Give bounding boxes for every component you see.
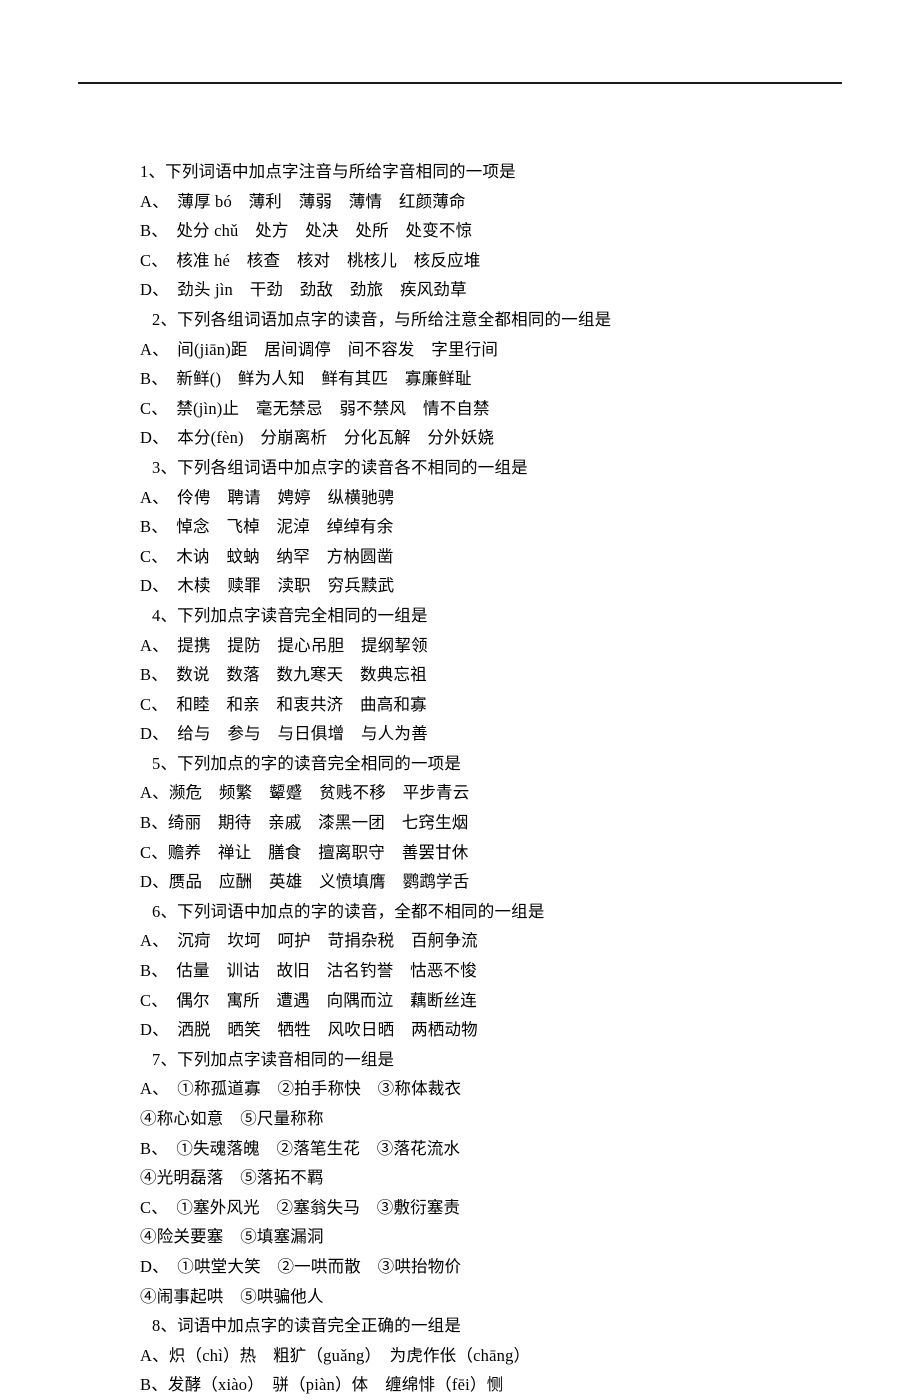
question-2-option-b[interactable]: B、 新鲜() 鲜为人知 鲜有其匹 寡廉鲜耻 [140, 364, 870, 394]
question-4-option-c[interactable]: C、 和睦 和亲 和衷共济 曲高和寡 [140, 690, 870, 720]
question-stem-4: 4、下列加点字读音完全相同的一组是 [152, 605, 428, 625]
question-stem-2: 2、下列各组词语加点字的读音，与所给注意全都相同的一组是 [152, 309, 612, 329]
question-stem-3: 3、下列各组词语中加点字的读音各不相同的一组是 [152, 457, 528, 477]
question-list: 1、下列词语中加点字注音与所给字音相同的一项是 A、 薄厚 bó 薄利 薄弱 薄… [140, 157, 870, 1400]
question-8-option-b[interactable]: B、发酵（xiào） 骈（piàn）体 缠绵悱（fēi）恻 [140, 1370, 870, 1400]
question-5-option-a[interactable]: A、濒危 频繁 颦蹙 贫贱不移 平步青云 [140, 778, 870, 808]
question-2-option-c[interactable]: C、 禁(jìn)止 毫无禁忌 弱不禁风 情不自禁 [140, 394, 870, 424]
question-stem-6: 6、下列词语中加点的字的读音，全都不相同的一组是 [152, 901, 545, 921]
question-7-option-a[interactable]: A、 ①称孤道寡 ②拍手称快 ③称体裁衣 [140, 1074, 870, 1104]
question-7-option-b-continuation[interactable]: ④光明磊落 ⑤落拓不羁 [140, 1163, 870, 1193]
question-1-option-c[interactable]: C、 核准 hé 核查 核对 桃核儿 核反应堆 [140, 246, 870, 276]
question-block-3: 3、下列各组词语中加点字的读音各不相同的一组是 A、 伶俜 聘请 娉婷 纵横驰骋… [140, 453, 870, 601]
question-stem-7: 7、下列加点字读音相同的一组是 [152, 1049, 395, 1069]
question-7-option-c-continuation[interactable]: ④险关要塞 ⑤填塞漏洞 [140, 1222, 870, 1252]
question-block-6: 6、下列词语中加点的字的读音，全都不相同的一组是 A、 沉疴 坎坷 呵护 苛捐杂… [140, 897, 870, 1045]
question-block-1: 1、下列词语中加点字注音与所给字音相同的一项是 A、 薄厚 bó 薄利 薄弱 薄… [140, 157, 870, 305]
question-5-option-d[interactable]: D、赝品 应酬 英雄 义愤填膺 鹦鹉学舌 [140, 867, 870, 897]
question-6-option-b[interactable]: B、 估量 训诂 故旧 沽名钓誉 怙恶不悛 [140, 956, 870, 986]
question-1-option-d[interactable]: D、 劲头 jìn 干劲 劲敌 劲旅 疾风劲草 [140, 275, 870, 305]
question-1-option-b[interactable]: B、 处分 chǔ 处方 处决 处所 处变不惊 [140, 216, 870, 246]
question-7-option-a-continuation[interactable]: ④称心如意 ⑤尺量称称 [140, 1104, 870, 1134]
question-4-option-b[interactable]: B、 数说 数落 数九寒天 数典忘祖 [140, 660, 870, 690]
question-1-option-a[interactable]: A、 薄厚 bó 薄利 薄弱 薄情 红颜薄命 [140, 187, 870, 217]
question-2-option-d[interactable]: D、 本分(fèn) 分崩离析 分化瓦解 分外妖娆 [140, 423, 870, 453]
question-4-option-d[interactable]: D、 给与 参与 与日俱增 与人为善 [140, 719, 870, 749]
question-block-8: 8、词语中加点字的读音完全正确的一组是 A、炽（chì）热 粗犷（guǎng） … [140, 1311, 870, 1400]
question-7-option-b[interactable]: B、 ①失魂落魄 ②落笔生花 ③落花流水 [140, 1134, 870, 1164]
question-8-option-a[interactable]: A、炽（chì）热 粗犷（guǎng） 为虎作伥（chāng） [140, 1341, 870, 1371]
question-stem-1: 1、下列词语中加点字注音与所给字音相同的一项是 [140, 162, 516, 181]
question-block-7: 7、下列加点字读音相同的一组是 A、 ①称孤道寡 ②拍手称快 ③称体裁衣 ④称心… [140, 1045, 870, 1311]
question-stem-5: 5、下列加点的字的读音完全相同的一项是 [152, 753, 462, 773]
question-3-option-d[interactable]: D、 木椟 赎罪 渎职 穷兵黩武 [140, 571, 870, 601]
document-page: 1、下列词语中加点字注音与所给字音相同的一项是 A、 薄厚 bó 薄利 薄弱 薄… [0, 0, 920, 1394]
question-6-option-a[interactable]: A、 沉疴 坎坷 呵护 苛捐杂税 百舸争流 [140, 926, 870, 956]
question-3-option-a[interactable]: A、 伶俜 聘请 娉婷 纵横驰骋 [140, 483, 870, 513]
question-7-option-d-continuation[interactable]: ④闹事起哄 ⑤哄骗他人 [140, 1282, 870, 1312]
question-2-option-a[interactable]: A、 间(jiān)距 居间调停 间不容发 字里行间 [140, 335, 870, 365]
question-4-option-a[interactable]: A、 提携 提防 提心吊胆 提纲挈领 [140, 631, 870, 661]
question-block-5: 5、下列加点的字的读音完全相同的一项是 A、濒危 频繁 颦蹙 贫贱不移 平步青云… [140, 749, 870, 897]
question-7-option-c[interactable]: C、 ①塞外风光 ②塞翁失马 ③敷衍塞责 [140, 1193, 870, 1223]
question-5-option-c[interactable]: C、赡养 禅让 膳食 擅离职守 善罢甘休 [140, 838, 870, 868]
question-3-option-c[interactable]: C、 木讷 蚊蚋 纳罕 方枘圆凿 [140, 542, 870, 572]
question-5-option-b[interactable]: B、绮丽 期待 亲戚 漆黑一团 七窍生烟 [140, 808, 870, 838]
question-6-option-c[interactable]: C、 偶尔 寓所 遭遇 向隅而泣 藕断丝连 [140, 986, 870, 1016]
header-horizontal-rule [78, 82, 842, 84]
question-block-2: 2、下列各组词语加点字的读音，与所给注意全都相同的一组是 A、 间(jiān)距… [140, 305, 870, 453]
question-block-4: 4、下列加点字读音完全相同的一组是 A、 提携 提防 提心吊胆 提纲挈领 B、 … [140, 601, 870, 749]
question-stem-8: 8、词语中加点字的读音完全正确的一组是 [152, 1316, 462, 1336]
question-7-option-d[interactable]: D、 ①哄堂大笑 ②一哄而散 ③哄抬物价 [140, 1252, 870, 1282]
question-3-option-b[interactable]: B、 悼念 飞棹 泥淖 绰绰有余 [140, 512, 870, 542]
question-6-option-d[interactable]: D、 洒脱 晒笑 牺牲 风吹日晒 两栖动物 [140, 1015, 870, 1045]
